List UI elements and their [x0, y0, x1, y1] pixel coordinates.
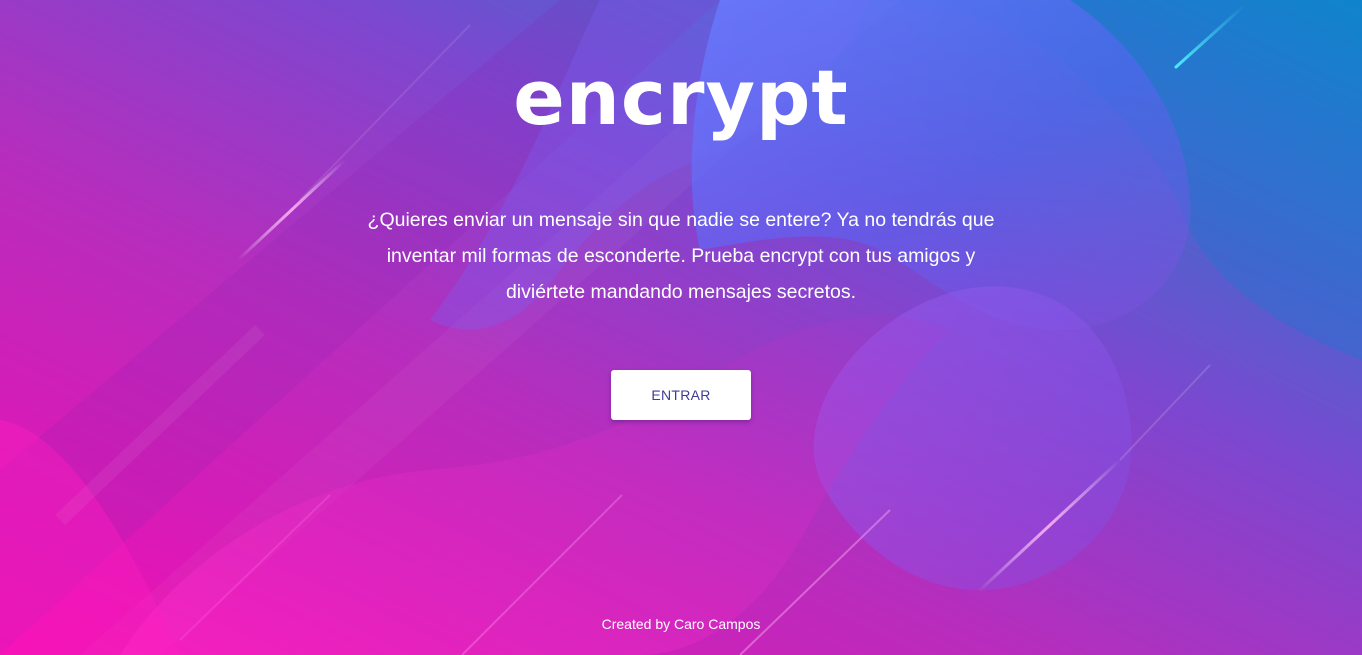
- logo-wordmark: encrypt: [513, 53, 849, 142]
- footer-credit: Created by Caro Campos: [601, 616, 761, 632]
- hero-description: ¿Quieres enviar un mensaje sin que nadie…: [367, 209, 995, 303]
- enter-button[interactable]: ENTRAR: [611, 370, 751, 420]
- landing-page: encrypt ¿Quieres enviar un mensaje sin q…: [0, 0, 1362, 655]
